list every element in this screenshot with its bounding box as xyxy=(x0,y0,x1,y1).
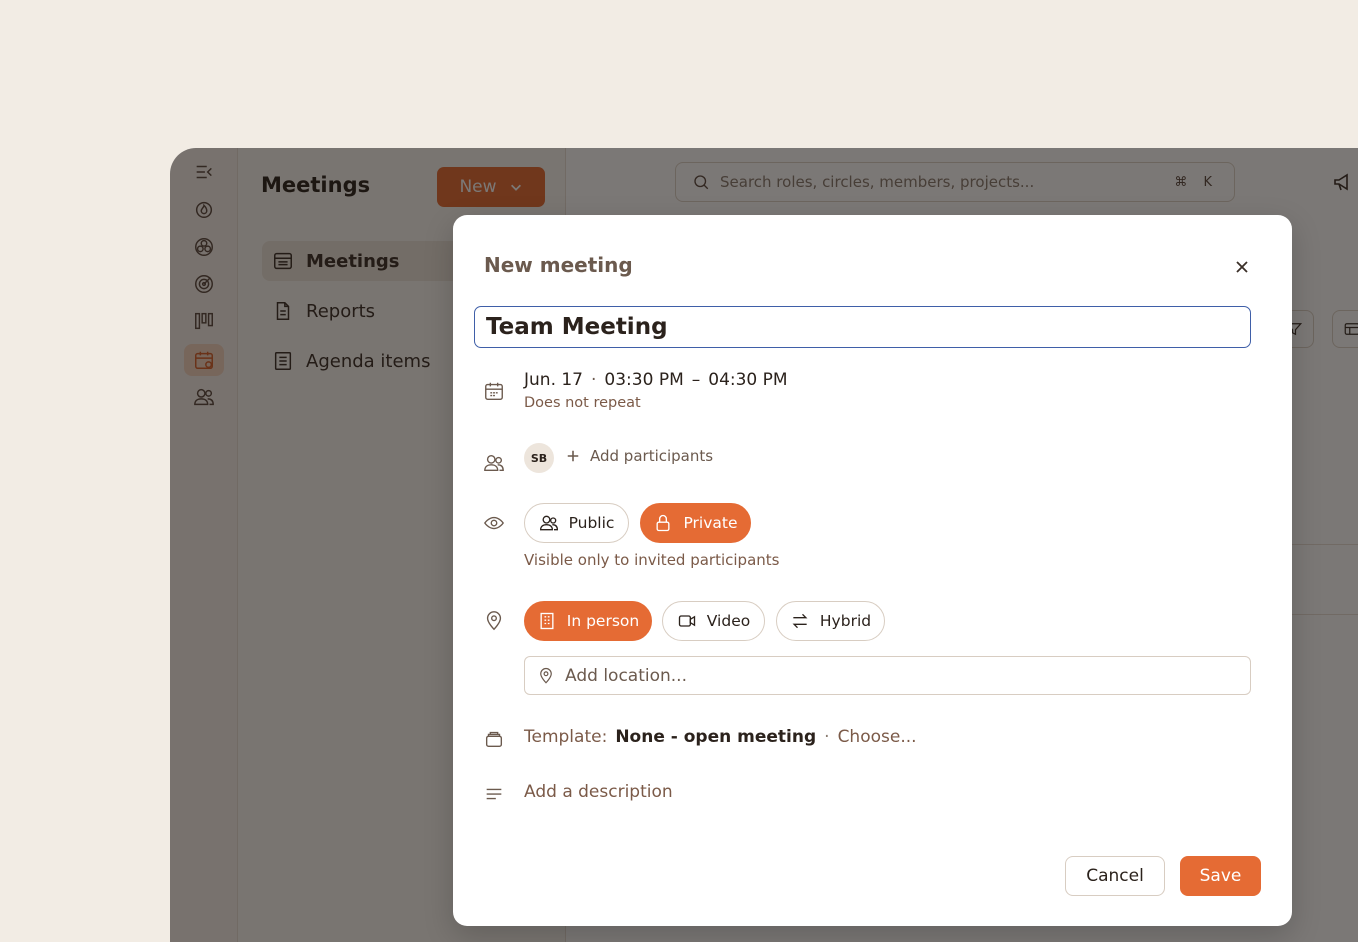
flame-icon[interactable] xyxy=(184,193,224,225)
visibility-private-button[interactable]: Private xyxy=(640,503,751,543)
new-meeting-dialog: New meeting Team Meeting Jun. 17 · 03:30… xyxy=(453,215,1292,926)
meeting-title-input[interactable]: Team Meeting xyxy=(474,306,1251,348)
meetings-list-icon xyxy=(274,252,292,270)
visibility-hint: Visible only to invited participants xyxy=(524,551,780,569)
eye-icon xyxy=(483,512,505,534)
template-value: None - open meeting xyxy=(615,727,817,747)
view-icon xyxy=(1344,323,1358,335)
document-icon xyxy=(276,302,290,320)
hybrid-label: Hybrid xyxy=(819,612,872,630)
close-button[interactable] xyxy=(1230,255,1254,279)
location-placeholder: Add location... xyxy=(565,665,687,686)
template-separator: · xyxy=(824,727,830,747)
page-title: Meetings xyxy=(261,173,371,197)
visibility-public-button[interactable]: Public xyxy=(524,503,629,543)
repeat-setting[interactable]: Does not repeat xyxy=(524,395,641,411)
date-time-selector[interactable]: Jun. 17 · 03:30 PM – 04:30 PM xyxy=(524,370,788,390)
meeting-date[interactable]: Jun. 17 xyxy=(524,370,583,390)
row-divider xyxy=(1288,544,1358,545)
close-icon xyxy=(1236,261,1248,273)
in-person-label: In person xyxy=(566,612,640,630)
start-time[interactable]: 03:30 PM xyxy=(604,370,683,390)
swap-arrows-icon xyxy=(792,613,808,629)
text-lines-icon xyxy=(483,783,505,805)
people-icon[interactable] xyxy=(184,381,224,413)
new-button-label: New xyxy=(459,177,497,197)
nav-item-reports[interactable]: Reports xyxy=(262,291,462,331)
nav-item-label: Agenda items xyxy=(306,350,431,372)
megaphone-icon[interactable] xyxy=(1332,170,1356,194)
location-video-button[interactable]: Video xyxy=(662,601,765,641)
people-icon xyxy=(539,515,558,531)
board-icon[interactable] xyxy=(184,305,224,337)
building-icon xyxy=(540,612,554,630)
description-input[interactable]: Add a description xyxy=(524,782,673,802)
search-icon xyxy=(694,175,709,190)
template-row: Template: None - open meeting · Choose..… xyxy=(524,727,917,747)
save-button[interactable]: Save xyxy=(1180,856,1261,896)
circles-icon[interactable] xyxy=(184,231,224,263)
location-pin-icon xyxy=(483,610,505,632)
public-label: Public xyxy=(568,514,615,532)
location-hybrid-button[interactable]: Hybrid xyxy=(776,601,885,641)
location-in-person-button[interactable]: In person xyxy=(524,601,652,641)
avatar[interactable]: SB xyxy=(524,443,554,473)
choose-template-link[interactable]: Choose... xyxy=(838,727,917,747)
icon-rail xyxy=(170,148,238,942)
end-time[interactable]: 04:30 PM xyxy=(708,370,787,390)
location-input[interactable]: Add location... xyxy=(524,656,1251,695)
add-participants-button[interactable]: Add participants xyxy=(566,447,713,465)
location-pin-icon xyxy=(540,667,552,684)
video-icon xyxy=(678,615,695,627)
template-icon xyxy=(483,728,505,750)
participants-icon xyxy=(483,452,505,474)
collapse-menu-icon[interactable] xyxy=(184,156,224,188)
search-shortcut: ⌘ K xyxy=(1174,174,1218,190)
template-label: Template: xyxy=(524,727,608,747)
add-participants-label: Add participants xyxy=(590,447,714,465)
target-icon[interactable] xyxy=(184,268,224,300)
cancel-button[interactable]: Cancel xyxy=(1065,856,1165,896)
date-separator: · xyxy=(591,370,597,390)
time-separator: – xyxy=(691,370,701,390)
view-button[interactable] xyxy=(1332,310,1358,348)
video-label: Video xyxy=(706,612,751,630)
list-icon xyxy=(274,352,292,370)
search-placeholder: Search roles, circles, members, projects… xyxy=(720,173,1035,191)
dialog-title: New meeting xyxy=(484,253,633,277)
nav-item-agenda-items[interactable]: Agenda items xyxy=(262,341,462,381)
private-label: Private xyxy=(683,514,738,532)
search-input[interactable]: Search roles, circles, members, projects… xyxy=(675,162,1235,202)
calendar-icon xyxy=(483,380,505,402)
nav-item-label: Reports xyxy=(306,300,376,322)
row-divider xyxy=(1288,614,1358,615)
chevron-down-icon xyxy=(510,184,521,191)
nav-item-label: Meetings xyxy=(306,250,400,272)
lock-icon xyxy=(656,514,670,532)
nav-item-meetings[interactable]: Meetings xyxy=(262,241,462,281)
new-button[interactable]: New xyxy=(437,167,545,207)
plus-icon xyxy=(567,450,579,462)
calendar-icon[interactable] xyxy=(184,344,224,376)
